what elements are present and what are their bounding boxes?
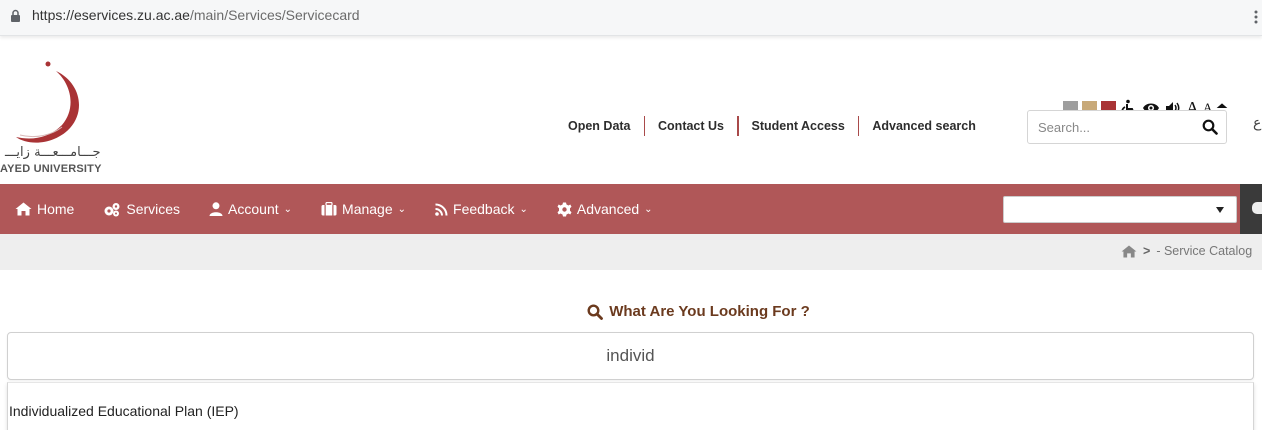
main-navbar: Home Services Account ⌄ Manage ⌄ Feedbac… — [0, 184, 1262, 234]
service-search-box — [7, 332, 1254, 380]
top-links: Open Data Contact Us Student Access Adva… — [555, 116, 989, 136]
browser-address-bar[interactable]: https://eservices.zu.ac.ae/main/Services… — [0, 0, 1262, 36]
nav-services[interactable]: Services — [103, 201, 180, 217]
nav-advanced-label: Advanced — [576, 201, 640, 217]
search-result-item[interactable]: Individualized Educational Plan (IEP) — [7, 382, 1254, 430]
nav-manage-label: Manage — [342, 201, 393, 217]
breadcrumb: > - Service Catalog — [1121, 244, 1252, 258]
gear-icon — [557, 202, 572, 216]
service-search-input[interactable] — [8, 333, 1253, 379]
url-host: https://eservices.zu.ac.ae — [32, 7, 190, 23]
url-path: /main/Services/Servicecard — [189, 7, 360, 23]
nav-services-label: Services — [126, 201, 181, 217]
chevron-down-icon: ⌄ — [519, 203, 528, 215]
site-search — [1027, 110, 1227, 144]
home-icon — [15, 202, 32, 216]
search-input[interactable] — [1028, 111, 1188, 143]
more-icon[interactable] — [1254, 10, 1258, 24]
search-icon[interactable] — [1202, 119, 1218, 135]
nav-manage[interactable]: Manage ⌄ — [321, 201, 406, 217]
url-text[interactable]: https://eservices.zu.ac.ae/main/Services… — [32, 7, 360, 23]
chevron-down-icon: ⌄ — [644, 203, 653, 215]
breadcrumb-bar: > - Service Catalog — [0, 234, 1262, 270]
finder-heading-text: What Are You Looking For ? — [609, 303, 810, 320]
logo-english-text: AYED UNIVERSITY — [0, 163, 102, 175]
home-icon[interactable] — [1121, 244, 1137, 258]
briefcase-icon — [321, 202, 337, 216]
lock-icon — [11, 9, 20, 22]
nav-account-label: Account — [228, 201, 279, 217]
logo-crescent-icon — [16, 61, 79, 143]
student-access-link[interactable]: Student Access — [739, 119, 858, 133]
search-result-label: Individualized Educational Plan (IEP) — [9, 403, 239, 419]
chevron-down-icon: ⌄ — [283, 203, 293, 215]
service-select[interactable] — [1003, 196, 1237, 223]
breadcrumb-separator: > — [1143, 244, 1151, 258]
user-icon — [209, 202, 223, 216]
advanced-search-link[interactable]: Advanced search — [859, 119, 989, 133]
cogs-icon — [104, 202, 120, 216]
nav-feedback[interactable]: Feedback ⌄ — [435, 201, 528, 217]
nav-home[interactable]: Home — [15, 201, 74, 217]
caret-down-icon — [1216, 207, 1224, 213]
nav-account[interactable]: Account ⌄ — [209, 201, 292, 217]
open-data-link[interactable]: Open Data — [555, 119, 644, 133]
contact-us-link[interactable]: Contact Us — [645, 119, 737, 133]
breadcrumb-current: - Service Catalog — [1156, 244, 1253, 258]
finder-heading: What Are You Looking For ? — [0, 303, 1262, 325]
nav-feedback-label: Feedback — [453, 201, 515, 217]
chevron-down-icon: ⌄ — [397, 203, 407, 215]
zayed-university-logo[interactable]: جـــامـــعـــة زايـــ AYED UNIVERSITY — [0, 55, 120, 180]
logo-arabic-text: جـــامـــعـــة زايـــ — [5, 145, 101, 160]
nav-home-label: Home — [37, 201, 75, 217]
language-toggle[interactable]: ع — [1253, 114, 1261, 131]
user-half-icon — [1252, 202, 1262, 214]
user-menu-button[interactable] — [1240, 184, 1262, 234]
rss-icon — [435, 203, 448, 216]
nav-advanced[interactable]: Advanced ⌄ — [557, 201, 653, 217]
search-icon — [587, 303, 604, 320]
